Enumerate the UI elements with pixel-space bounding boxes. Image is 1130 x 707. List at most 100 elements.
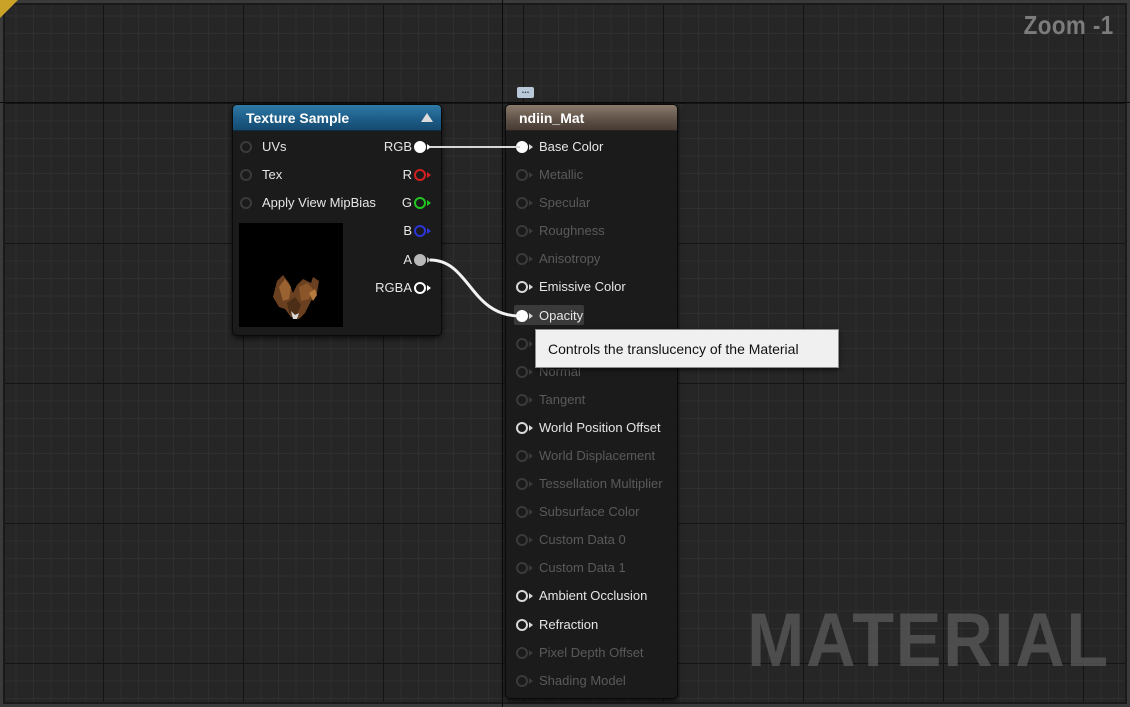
pin-label: A [403, 252, 412, 267]
pin-label: Custom Data 0 [539, 532, 626, 547]
pin-arrow-icon [529, 341, 533, 347]
output-pin-icon[interactable] [414, 225, 426, 237]
graph-origin-horizontal-line [0, 102, 1130, 103]
material-input-tangent[interactable]: Tangent [516, 392, 671, 408]
pin-arrow-icon [529, 284, 533, 290]
material-input-pixel-depth-offset[interactable]: Pixel Depth Offset [516, 645, 671, 661]
texture-preview-thumbnail [239, 223, 343, 327]
pin-label: Roughness [539, 223, 605, 238]
pin-label: Shading Model [539, 673, 626, 688]
input-pin-icon[interactable] [516, 675, 528, 687]
input-pin-icon[interactable] [516, 310, 528, 322]
material-input-tessellation-multiplier[interactable]: Tessellation Multiplier [516, 476, 671, 492]
output-pin-icon[interactable] [414, 141, 426, 153]
material-input-custom-data-1[interactable]: Custom Data 1 [516, 560, 671, 576]
input-pin-icon[interactable] [516, 534, 528, 546]
material-input-emissive-color[interactable]: Emissive Color [516, 279, 671, 295]
pin-arrow-icon [427, 228, 431, 234]
output-pin-icon[interactable] [414, 197, 426, 209]
pin-label: World Position Offset [539, 420, 661, 435]
pin-label: Custom Data 1 [539, 560, 626, 575]
input-pin-icon[interactable] [516, 141, 528, 153]
material-input-opacity[interactable]: Opacity [516, 308, 671, 324]
pin-label: World Displacement [539, 448, 656, 463]
opacity-tooltip: Controls the translucency of the Materia… [535, 329, 839, 368]
pin-label: B [403, 223, 412, 238]
material-input-metallic[interactable]: Metallic [516, 167, 671, 183]
pin-label: Opacity [539, 308, 584, 323]
input-pin-icon[interactable] [516, 225, 528, 237]
pin-arrow-icon [529, 200, 533, 206]
input-pin-icon[interactable] [516, 422, 528, 434]
input-pin-icon[interactable] [240, 169, 252, 181]
input-pin-icon[interactable] [516, 394, 528, 406]
pin-label: Subsurface Color [539, 504, 640, 519]
texture-sample-title: Texture Sample [246, 110, 350, 126]
input-pin-icon[interactable] [516, 647, 528, 659]
input-pin-icon[interactable] [240, 197, 252, 209]
pin-arrow-icon [427, 144, 431, 150]
pin-label: Specular [539, 195, 591, 210]
input-pin-icon[interactable] [516, 562, 528, 574]
material-node-header[interactable]: ndiin_Mat [506, 105, 677, 131]
input-pin-icon[interactable] [240, 141, 252, 153]
graph-type-watermark: MATERIAL [747, 598, 1110, 683]
output-pin-icon[interactable] [414, 282, 426, 294]
pin-label: G [401, 195, 412, 210]
pin-label: R [402, 167, 412, 182]
input-pin-icon[interactable] [516, 253, 528, 265]
zoom-label: Zoom -1 [1024, 10, 1114, 40]
pin-arrow-icon [529, 425, 533, 431]
material-input-anisotropy[interactable]: Anisotropy [516, 251, 671, 267]
texture-output-r[interactable]: R [340, 167, 436, 183]
input-pin-icon[interactable] [516, 619, 528, 631]
pin-label: RGBA [375, 280, 412, 295]
pin-label: Emissive Color [539, 279, 626, 294]
output-pin-icon[interactable] [414, 254, 426, 266]
input-pin-icon[interactable] [516, 366, 528, 378]
material-input-world-displacement[interactable]: World Displacement [516, 448, 671, 464]
texture-sample-header[interactable]: Texture Sample [233, 105, 441, 131]
input-pin-icon[interactable] [516, 281, 528, 293]
collapse-arrow-icon[interactable] [421, 113, 433, 122]
graph-origin-vertical-line [502, 0, 503, 707]
material-input-ambient-occlusion[interactable]: Ambient Occlusion [516, 588, 671, 604]
output-pin-icon[interactable] [414, 169, 426, 181]
material-input-specular[interactable]: Specular [516, 195, 671, 211]
material-input-refraction[interactable]: Refraction [516, 617, 671, 633]
pin-arrow-icon [529, 453, 533, 459]
input-pin-icon[interactable] [516, 590, 528, 602]
input-pin-icon[interactable] [516, 197, 528, 209]
input-pin-icon[interactable] [516, 450, 528, 462]
material-graph-canvas[interactable]: Zoom -1 MATERIAL Texture Sample UVs Tex Ap… [0, 0, 1130, 707]
pin-arrow-icon [529, 678, 533, 684]
input-pin-icon[interactable] [516, 478, 528, 490]
material-input-roughness[interactable]: Roughness [516, 223, 671, 239]
input-pin-icon[interactable] [516, 169, 528, 181]
texture-output-rgba[interactable]: RGBA [340, 280, 436, 296]
pin-arrow-icon [529, 565, 533, 571]
pin-arrow-icon [529, 397, 533, 403]
material-input-world-position-offset[interactable]: World Position Offset [516, 420, 671, 436]
material-input-subsurface-color[interactable]: Subsurface Color [516, 504, 671, 520]
pin-arrow-icon [529, 537, 533, 543]
pin-arrow-icon [529, 481, 533, 487]
material-input-custom-data-0[interactable]: Custom Data 0 [516, 532, 671, 548]
pin-label: UVs [262, 139, 287, 154]
texture-output-b[interactable]: B [340, 223, 436, 239]
texture-output-rgb[interactable]: RGB [340, 139, 436, 155]
pin-label: Tessellation Multiplier [539, 476, 663, 491]
pin-label: Pixel Depth Offset [539, 645, 644, 660]
pin-label: Anisotropy [539, 251, 601, 266]
input-pin-icon[interactable] [516, 338, 528, 350]
pin-label: Ambient Occlusion [539, 588, 648, 603]
texture-output-g[interactable]: G [340, 195, 436, 211]
comment-bubble-icon[interactable]: ... [517, 86, 534, 98]
input-pin-icon[interactable] [516, 506, 528, 518]
pin-label: Metallic [539, 167, 584, 182]
material-input-base-color[interactable]: Base Color [516, 139, 671, 155]
pin-arrow-icon [529, 144, 533, 150]
texture-output-a[interactable]: A [340, 252, 436, 268]
material-input-shading-model[interactable]: Shading Model [516, 673, 671, 689]
pin-label: Base Color [539, 139, 604, 154]
